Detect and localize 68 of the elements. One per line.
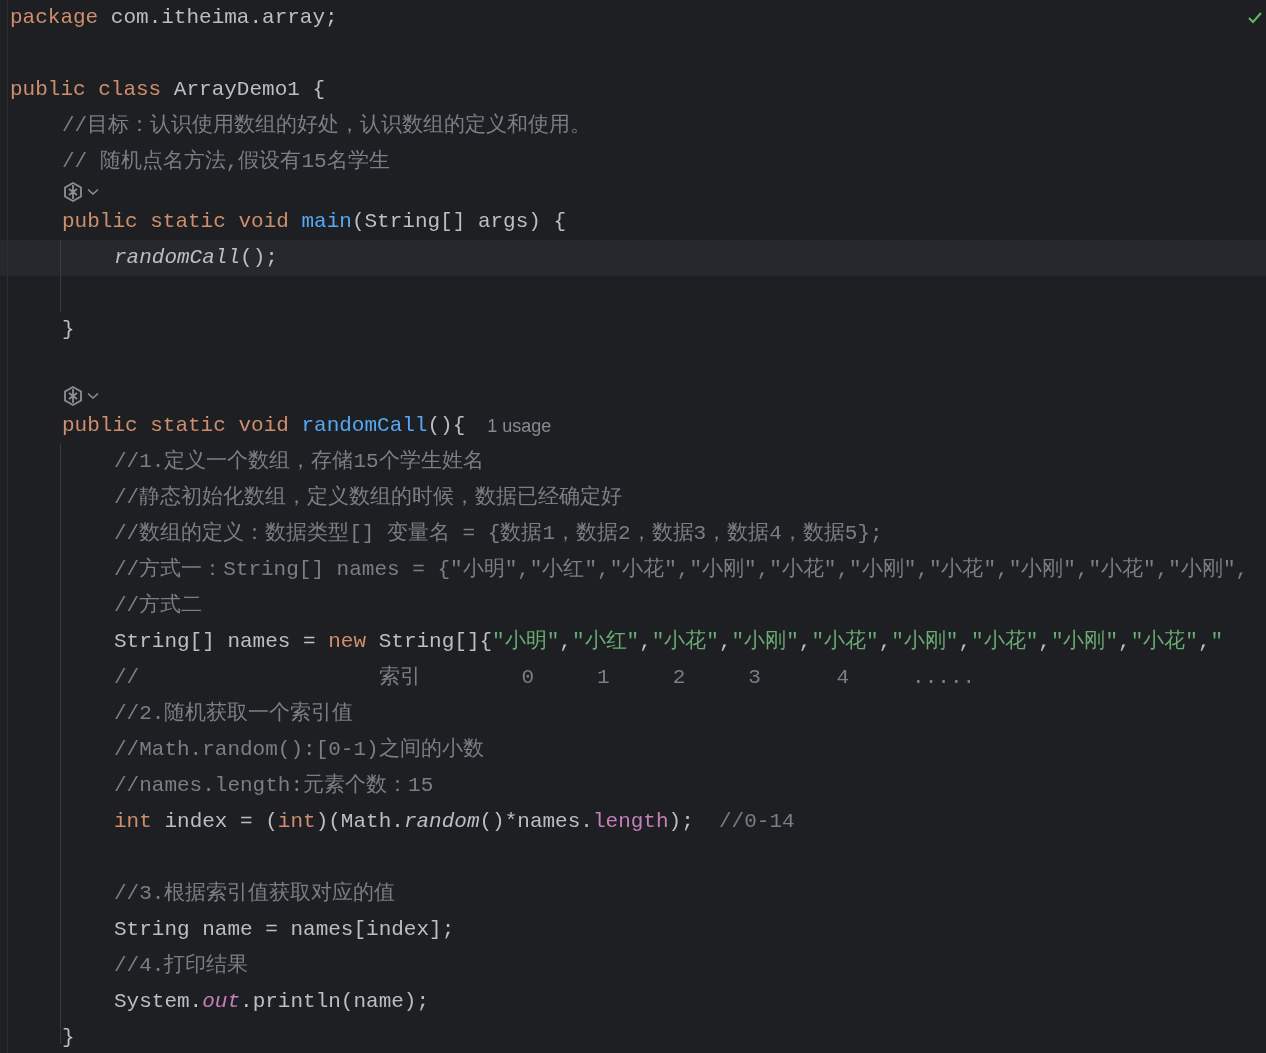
- code-comment: // 索引 0 1 2 3 4 .....: [114, 664, 976, 692]
- keyword-text: public static void: [62, 209, 290, 236]
- code-text: ,: [958, 629, 972, 656]
- code-text: ,: [718, 629, 732, 656]
- code-text: ,: [1118, 629, 1131, 656]
- code-comment: //0-14: [718, 809, 795, 836]
- code-text: (){: [427, 413, 466, 440]
- code-text: String[] names =: [114, 629, 317, 656]
- keyword-text: package: [10, 5, 100, 32]
- code-text: }: [62, 317, 75, 344]
- string-literal: "小花": [651, 628, 719, 656]
- string-literal: "小红": [571, 628, 640, 656]
- chevron-down-icon[interactable]: [87, 188, 99, 196]
- code-comment: //静态初始化数组，定义数组的时候，数据已经确定好: [114, 484, 623, 512]
- code-text: System.: [114, 989, 203, 1016]
- code-comment: //4.打印结果: [114, 952, 249, 980]
- code-comment: //数组的定义：数据类型[] 变量名 = {数据1，数据2，数据3，数据4，数据5};: [114, 520, 883, 548]
- code-text: ();: [240, 245, 278, 272]
- string-literal: "小刚": [1050, 628, 1119, 656]
- string-literal: "小明": [492, 628, 560, 656]
- code-text: ,: [798, 629, 812, 656]
- code-comment: //names.length:元素个数：15: [114, 772, 434, 800]
- field-name: length: [592, 809, 669, 836]
- code-text: )(Math.: [315, 809, 404, 836]
- code-text: ,: [559, 629, 572, 656]
- string-literal: "小花": [1130, 628, 1198, 656]
- code-text: com.itheima.array;: [110, 5, 338, 32]
- code-comment: //目标：认识使用数组的好处，认识数组的定义和使用。: [62, 112, 592, 140]
- keyword-text: new: [328, 629, 368, 656]
- method-call: randomCall: [114, 245, 241, 272]
- code-comment: //方式二: [114, 592, 203, 620]
- inspection-ok-icon[interactable]: [1248, 12, 1262, 24]
- code-text: (String[] args) {: [351, 209, 567, 236]
- string-literal: "小花": [811, 628, 879, 656]
- code-comment: //3.根据索引值获取对应的值: [114, 880, 396, 908]
- code-text: ,: [1038, 629, 1051, 656]
- keyword-text: int: [114, 809, 153, 836]
- code-comment: //Math.random():[0-1)之间的小数: [114, 736, 484, 764]
- string-literal: ": [1210, 629, 1224, 656]
- code-text: String name = names[index];: [114, 917, 455, 944]
- method-name: main: [301, 209, 352, 236]
- code-text: String[]{: [378, 629, 493, 656]
- string-literal: "小花": [971, 628, 1039, 656]
- chevron-down-icon[interactable]: [87, 392, 99, 400]
- string-literal: "小刚": [891, 628, 959, 656]
- code-comment: // 随机点名方法,假设有15名学生: [62, 148, 390, 176]
- code-text: ,: [878, 629, 892, 656]
- code-comment: //方式一：String[] names = {"小明","小红","小花","小刚","小花","小刚","小花","小刚","小花","小刚",: [114, 556, 1249, 584]
- code-text: .println(name);: [240, 989, 430, 1016]
- code-text: ()*names.: [479, 809, 593, 836]
- code-text: }: [62, 1025, 75, 1052]
- code-text: index = (: [164, 809, 278, 836]
- field-name: out: [202, 989, 241, 1016]
- code-comment: //1.定义一个数组，存储15个学生姓名: [114, 448, 484, 476]
- method-call: random: [403, 809, 480, 836]
- usage-hint: 1 usage: [487, 414, 552, 438]
- keyword-text: public class: [10, 77, 163, 104]
- code-text: ArrayDemo1 {: [173, 77, 326, 104]
- keyword-text: public static void: [62, 413, 290, 440]
- keyword-text: int: [277, 809, 316, 836]
- code-text: );: [668, 809, 695, 836]
- string-literal: "小刚": [731, 628, 799, 656]
- code-text: ,: [1197, 629, 1211, 656]
- gear-icon[interactable]: [62, 385, 84, 407]
- gear-icon[interactable]: [62, 181, 84, 203]
- code-comment: //2.随机获取一个索引值: [114, 700, 354, 728]
- method-name: randomCall: [301, 413, 428, 440]
- code-text: ,: [639, 629, 652, 656]
